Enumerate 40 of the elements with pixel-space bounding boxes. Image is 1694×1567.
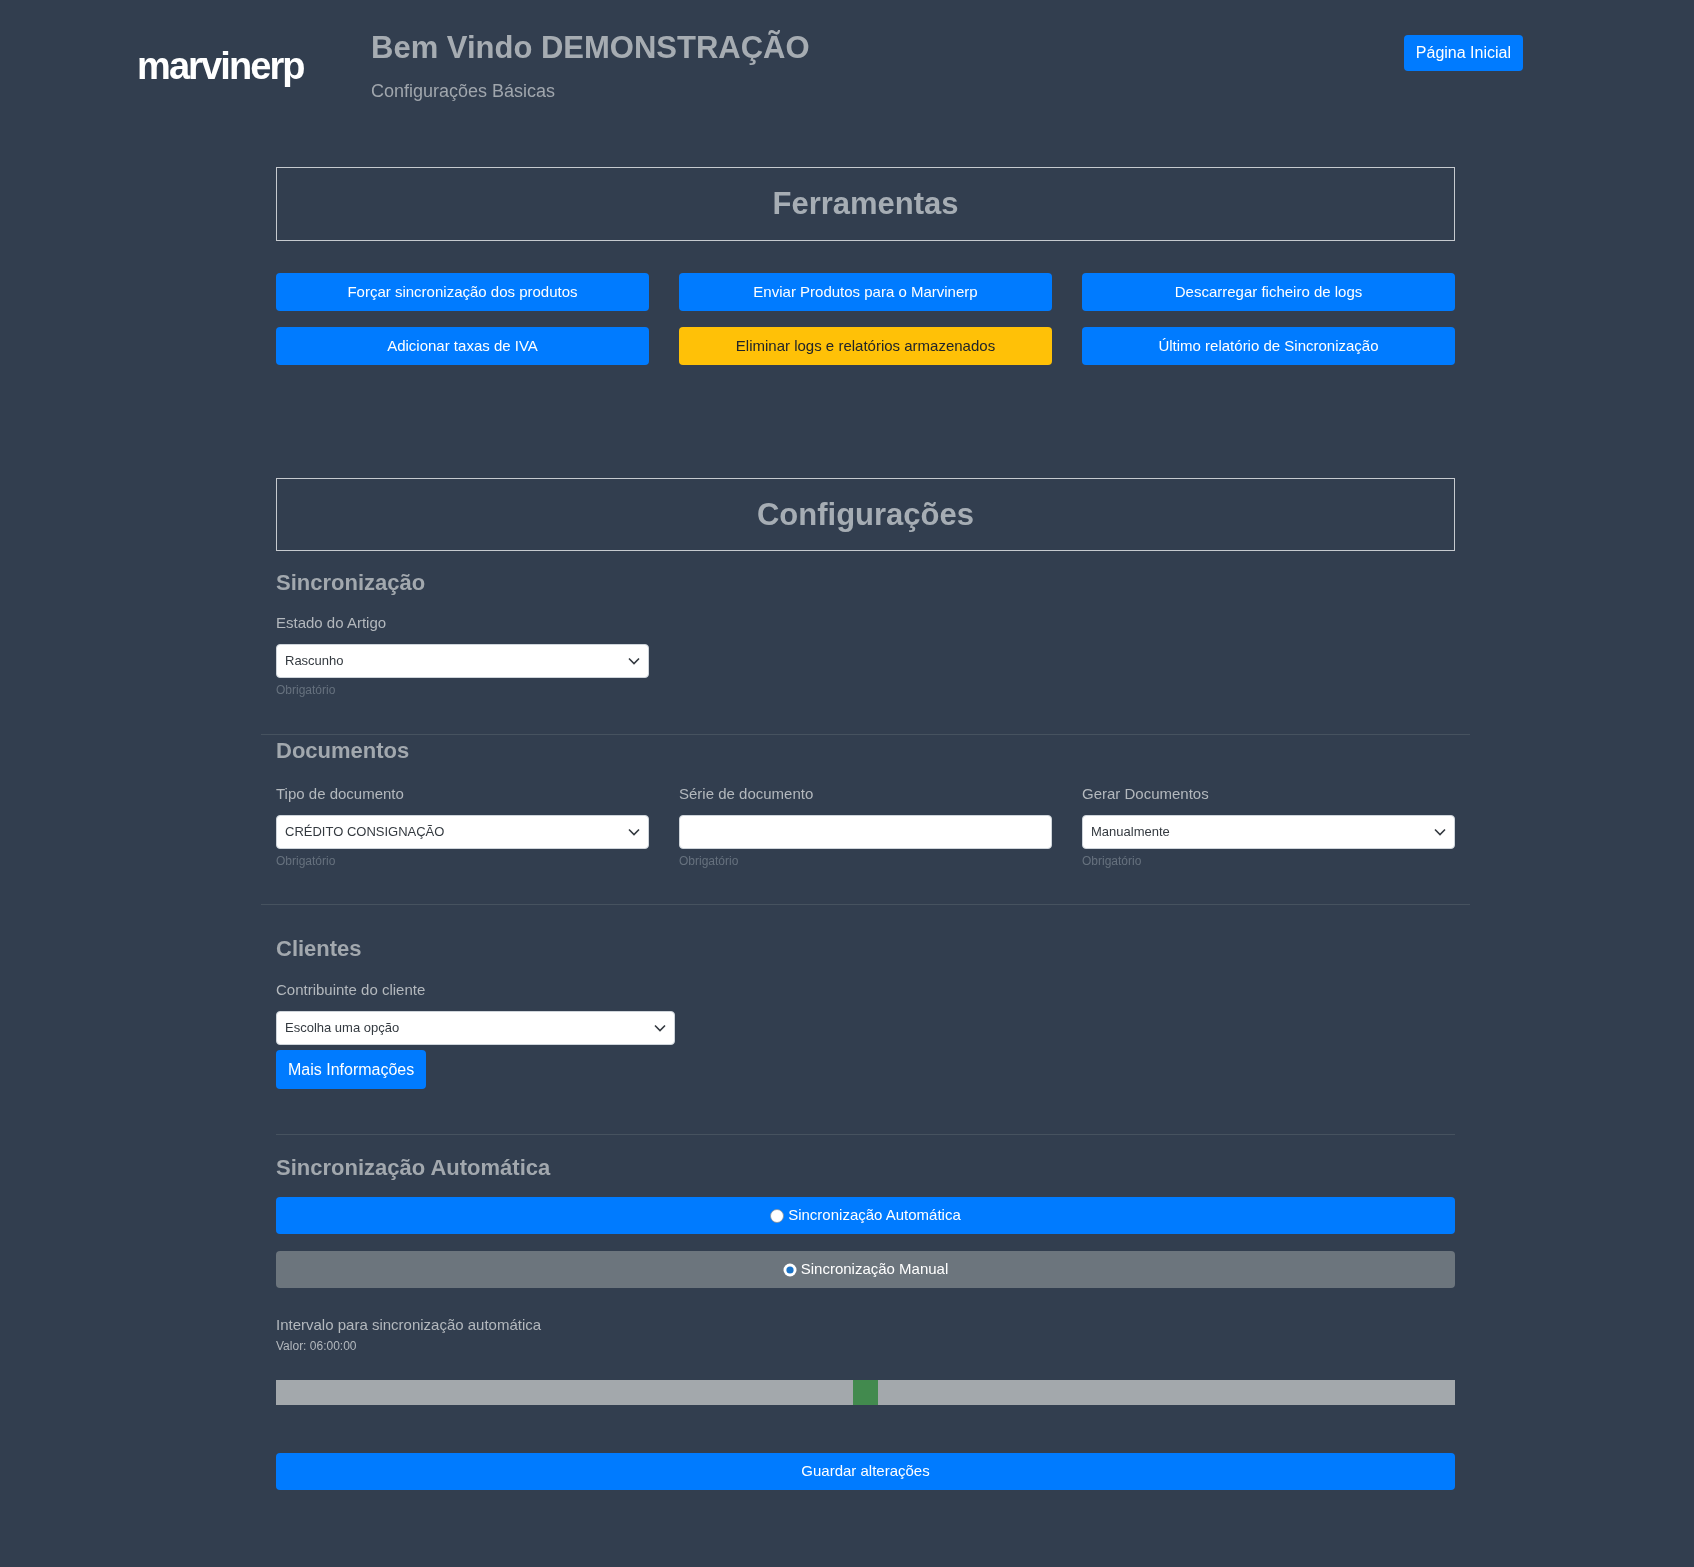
field-label: Estado do Artigo — [276, 613, 387, 633]
tool-button[interactable]: Enviar Produtos para o Marvinerp — [679, 273, 1052, 311]
tool-button[interactable]: Eliminar logs e relatórios armazenados — [679, 327, 1052, 365]
chevron-down-icon — [654, 1024, 666, 1032]
section-heading: Sincronização Automática — [276, 1154, 551, 1182]
field-label: Contribuinte do cliente — [276, 980, 426, 1000]
tool-button[interactable]: Último relatório de Sincronização — [1082, 327, 1455, 365]
select-field[interactable]: Manualmente — [1082, 815, 1455, 849]
radio-checked-icon[interactable] — [782, 1262, 797, 1277]
section-title: Ferramentas — [772, 185, 959, 223]
tool-button[interactable]: Forçar sincronização dos produtos — [276, 273, 649, 311]
section-heading: Clientes — [276, 935, 362, 963]
page-title: Bem Vindo DEMONSTRAÇÃO — [371, 29, 810, 67]
select-field[interactable]: Escolha uma opção — [276, 1011, 675, 1045]
select-field[interactable]: CRÉDITO CONSIGNAÇÃO — [276, 815, 649, 849]
slider-value: Valor: 06:00:00 — [276, 1338, 357, 1354]
select-field[interactable]: Rascunho — [276, 644, 649, 678]
section-title: Configurações — [757, 495, 974, 534]
input-field[interactable] — [679, 815, 1052, 849]
chevron-down-icon — [628, 828, 640, 836]
save-button[interactable]: Guardar alterações — [276, 1453, 1455, 1490]
tool-button[interactable]: Adicionar taxas de IVA — [276, 327, 649, 365]
logo: marvinerp — [137, 44, 304, 88]
field-label: Tipo de documento — [276, 784, 404, 804]
chevron-down-icon — [1434, 828, 1446, 836]
radio-option[interactable]: Sincronização Automática — [276, 1197, 1455, 1234]
slider-label: Intervalo para sincronização automática — [276, 1315, 542, 1335]
field-label: Gerar Documentos — [1082, 784, 1209, 804]
section-heading: Sincronização — [276, 569, 426, 597]
radio-unchecked-icon[interactable] — [770, 1208, 785, 1223]
tool-button[interactable]: Descarregar ficheiro de logs — [1082, 273, 1455, 311]
slider-thumb[interactable] — [853, 1380, 878, 1405]
slider-track[interactable] — [276, 1380, 1455, 1405]
field-label: Série de documento — [679, 784, 814, 804]
home-button[interactable]: Página Inicial — [1403, 35, 1523, 71]
chevron-down-icon — [628, 657, 640, 665]
section-heading: Documentos — [276, 737, 410, 765]
radio-option[interactable]: Sincronização Manual — [276, 1251, 1455, 1288]
more-info-button[interactable]: Mais Informações — [276, 1050, 427, 1089]
page-subtitle: Configurações Básicas — [371, 80, 556, 103]
